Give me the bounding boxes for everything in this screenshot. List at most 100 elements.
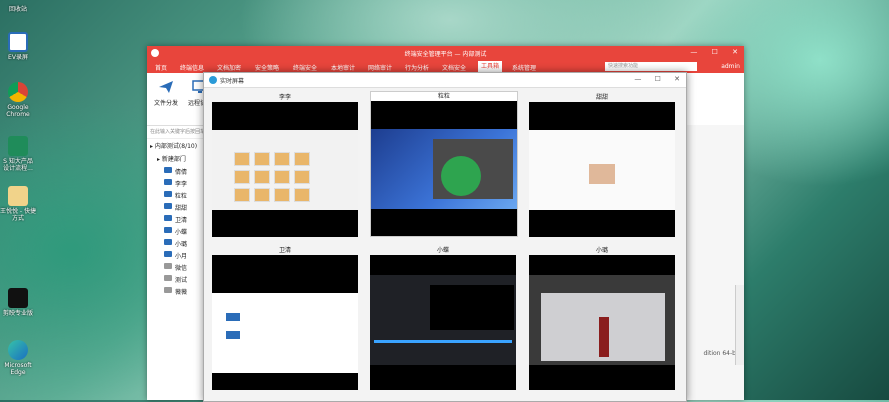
menu-terminal-info[interactable]: 终端信息	[180, 63, 204, 72]
scrollbar[interactable]	[735, 285, 744, 365]
menu-network-audit[interactable]: 网络审计	[368, 63, 392, 72]
screen-tile[interactable]: 小璐	[529, 246, 675, 390]
screen-name: 小蝶	[436, 247, 449, 254]
screen-name: 小璐	[595, 247, 608, 254]
tree-item[interactable]: 小月	[147, 249, 209, 261]
dialog-maximize-button[interactable]: ☐	[655, 75, 661, 83]
desktop-icon-chrome[interactable]: Google Chrome	[0, 82, 36, 118]
desktop-icon-capcut[interactable]: 剪映专业版	[0, 288, 36, 317]
tree-item[interactable]: 小蝶	[147, 225, 209, 237]
menu-behavior-analysis[interactable]: 行为分析	[405, 63, 429, 72]
maximize-button[interactable]: ☐	[712, 48, 718, 56]
terminal-icon	[164, 167, 172, 173]
tree-item-label: 小月	[175, 252, 188, 260]
menu-doc-encrypt[interactable]: 文档加密	[217, 63, 241, 72]
tree-item-label: 粒粒	[175, 192, 188, 200]
screen-name: 粒粒	[437, 93, 450, 100]
title-bar: 终端安全管理平台 — 内部测试 — ☐ ✕	[147, 46, 744, 60]
tree-item-label: 卫清	[175, 216, 188, 224]
desktop-icon-ev-recorder[interactable]: EV录屏	[0, 32, 36, 61]
desktop-icon-label: Microsoft Edge	[4, 362, 32, 376]
screen-tile[interactable]: 李李	[212, 93, 358, 237]
desktop-icon-label: 王悦悦 - 快捷方式	[0, 208, 36, 222]
window-title: 终端安全管理平台 — 内部测试	[404, 51, 487, 58]
folder-icon	[8, 186, 28, 206]
document-icon	[8, 136, 28, 156]
desktop-icon-recycle-bin[interactable]: 回收站	[0, 0, 36, 13]
tree-item-label: 测试	[175, 276, 188, 284]
screen-thumbnail	[370, 255, 516, 390]
menu-user[interactable]: admin	[721, 63, 740, 70]
desktop-icon-label: Google Chrome	[6, 104, 30, 118]
file-distribute-label: 文件分发	[153, 100, 178, 107]
screen-tile[interactable]: 甜甜	[529, 93, 675, 237]
screen-thumbnail	[529, 255, 675, 390]
menu-terminal-security[interactable]: 终端安全	[293, 63, 317, 72]
menu-system-admin[interactable]: 系统管理	[512, 63, 536, 72]
menu-home[interactable]: 首页	[155, 63, 167, 72]
screen-name: 卫清	[278, 247, 291, 254]
screen-name: 甜甜	[595, 94, 608, 101]
menu-toolbox[interactable]: 工具箱	[478, 61, 503, 72]
terminal-icon	[164, 203, 172, 209]
menu-doc-security[interactable]: 文档安全	[442, 63, 466, 72]
screen-tile[interactable]: 卫清	[212, 246, 358, 390]
screen-tile-selected[interactable]: 粒粒	[370, 91, 518, 237]
close-button[interactable]: ✕	[732, 48, 738, 56]
tree-group[interactable]: ▸ 新建部门	[147, 152, 209, 165]
tree-item[interactable]: 李李	[147, 177, 209, 189]
terminal-icon	[164, 239, 172, 245]
tree-item[interactable]: 甜甜	[147, 201, 209, 213]
tree-item-label: 倩倩	[175, 168, 188, 176]
tree-item[interactable]: 倩倩	[147, 165, 209, 177]
menu-security-policy[interactable]: 安全策略	[255, 63, 279, 72]
desktop-icon-label: 剪映专业版	[2, 310, 33, 317]
menu-search-input[interactable]: 快速搜索功能	[605, 62, 697, 71]
minimize-button[interactable]: —	[690, 48, 697, 56]
ev-recorder-icon	[8, 32, 28, 52]
capcut-icon	[8, 288, 28, 308]
tree-item-label: 小璐	[175, 240, 188, 248]
terminal-offline-icon	[164, 275, 172, 281]
tree-root-label: 内部测试(8/10)	[154, 143, 198, 150]
sidebar: 在此输入关键字后按回车 ▸ 内部测试(8/10) ▸ 新建部门 倩倩 李李 粒粒…	[147, 125, 210, 400]
realtime-screen-dialog: 实时屏幕 — ☐ ✕ 李李 粒粒 甜甜 卫清 小蝶 小璐	[203, 72, 687, 402]
desktop-icon-label: S 知大产品 设计流程...	[3, 158, 33, 172]
screen-thumbnail	[529, 102, 675, 237]
screen-tile[interactable]: 小蝶	[370, 246, 516, 390]
terminal-icon	[164, 191, 172, 197]
dialog-close-button[interactable]: ✕	[674, 75, 680, 83]
terminal-icon	[164, 215, 172, 221]
tree-root[interactable]: ▸ 内部测试(8/10)	[147, 139, 209, 152]
tree-item-label: 小蝶	[175, 228, 188, 236]
file-distribute-button[interactable]: 文件分发	[149, 79, 183, 107]
tree-item[interactable]: 粒粒	[147, 189, 209, 201]
dialog-title-bar: 实时屏幕 — ☐ ✕	[204, 73, 686, 88]
screen-thumbnail	[371, 101, 517, 236]
screen-thumbnail	[212, 102, 358, 237]
desktop-icon-design-doc[interactable]: S 知大产品 设计流程...	[0, 136, 36, 172]
dialog-minimize-button[interactable]: —	[634, 75, 641, 83]
desktop-icon-label: EV录屏	[8, 54, 28, 61]
tree-item[interactable]: 微信	[147, 261, 209, 273]
screen-icon	[209, 76, 217, 84]
tree-item-label: 微信	[175, 264, 188, 272]
terminal-icon	[164, 179, 172, 185]
tree-item[interactable]: 薇薇	[147, 285, 209, 297]
edge-icon	[8, 340, 28, 360]
terminal-offline-icon	[164, 287, 172, 293]
desktop-icon-shortcut[interactable]: 王悦悦 - 快捷方式	[0, 186, 36, 222]
desktop-icon-edge[interactable]: Microsoft Edge	[0, 340, 36, 376]
send-icon	[158, 79, 174, 95]
terminal-icon	[164, 227, 172, 233]
tree-item[interactable]: 小璐	[147, 237, 209, 249]
tree-item-label: 甜甜	[175, 204, 188, 212]
menu-local-audit[interactable]: 本地审计	[331, 63, 355, 72]
sidebar-search-input[interactable]: 在此输入关键字后按回车	[147, 125, 209, 139]
tree-item[interactable]: 测试	[147, 273, 209, 285]
terminal-icon	[164, 251, 172, 257]
screen-name: 李李	[278, 94, 291, 101]
tree-item[interactable]: 卫清	[147, 213, 209, 225]
window-controls: — ☐ ✕	[678, 48, 738, 56]
dialog-controls: — ☐ ✕	[623, 75, 680, 83]
